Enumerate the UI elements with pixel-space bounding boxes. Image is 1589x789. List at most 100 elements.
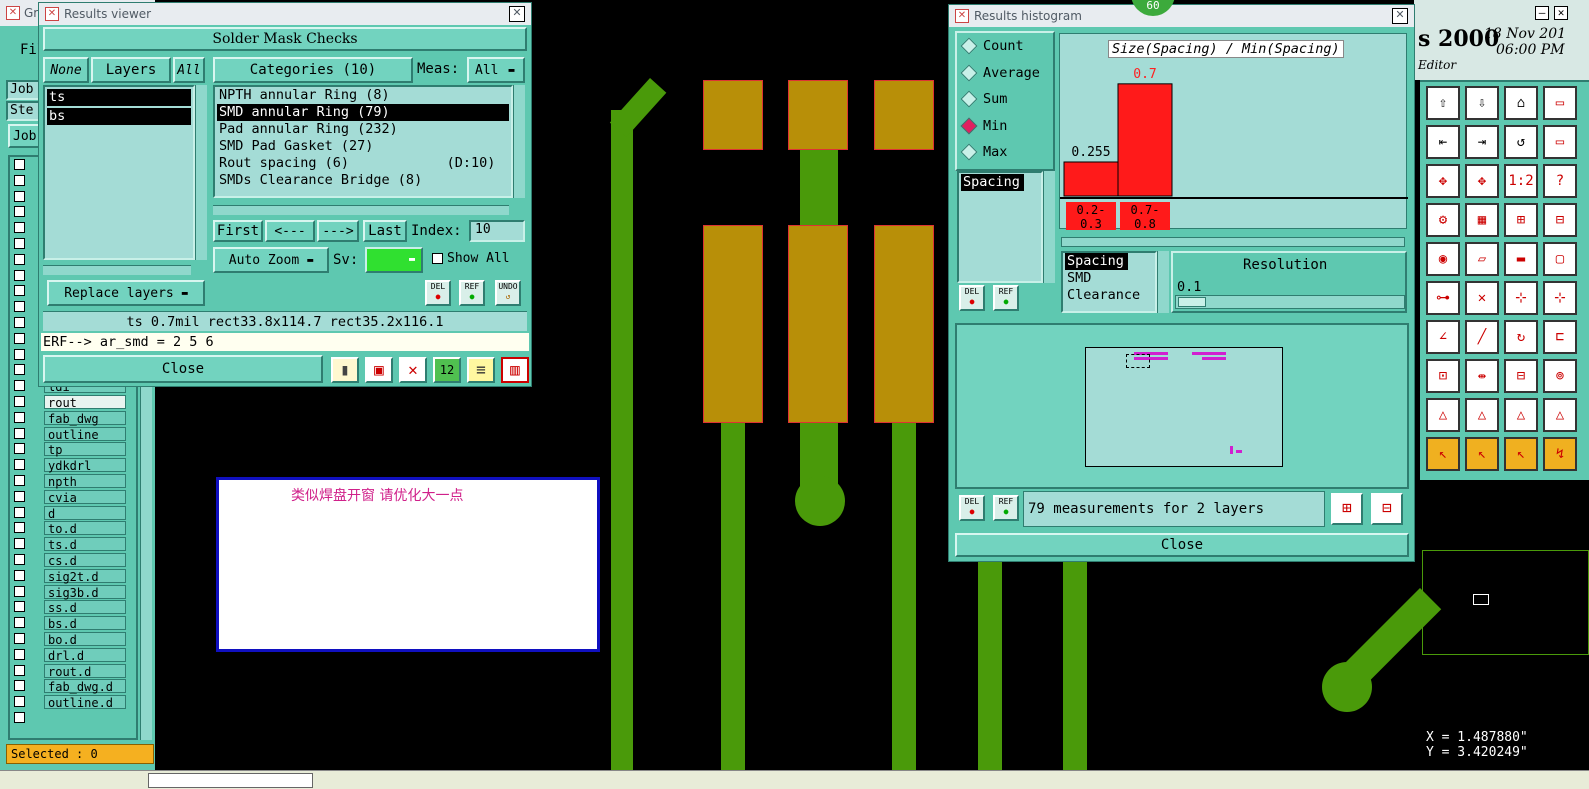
layer-checkbox[interactable]	[14, 696, 25, 708]
radio-icon[interactable]	[960, 117, 978, 135]
replace-layers-dropdown[interactable]: Replace layers ▬	[47, 280, 205, 306]
hist-del-button[interactable]: DEL ●	[959, 285, 985, 311]
preview-ref-button[interactable]: REF ●	[993, 495, 1019, 521]
tool-icon[interactable]: 1:2	[1504, 164, 1538, 198]
chart-scrollbar-h[interactable]	[1061, 237, 1405, 247]
layer-checkbox[interactable]	[14, 411, 25, 423]
layer-checkbox[interactable]	[14, 617, 25, 629]
layer-checkbox[interactable]	[14, 159, 25, 170]
layer-checkbox[interactable]	[14, 380, 25, 392]
layer-checkbox[interactable]	[14, 474, 25, 486]
bottom-input[interactable]	[148, 773, 313, 788]
histogram-icon[interactable]: ▥	[501, 357, 529, 383]
tool-icon[interactable]: ▭	[1543, 125, 1577, 159]
layer-checkbox[interactable]	[14, 174, 25, 186]
layer-row[interactable]: d	[10, 505, 136, 521]
zoom-out-icon[interactable]: ⊟	[1371, 493, 1403, 525]
layer-checkbox[interactable]	[14, 601, 25, 613]
categories-scrollbar-h[interactable]	[213, 205, 509, 215]
layer-checkbox[interactable]	[14, 522, 25, 534]
first-button[interactable]: First	[213, 220, 263, 242]
layer-row[interactable]: drl.d	[10, 647, 136, 663]
layer-row[interactable]: cs.d	[10, 552, 136, 568]
tool-icon[interactable]: ⊹	[1504, 281, 1538, 315]
tool-icon[interactable]: △	[1504, 398, 1538, 432]
category-item[interactable]: SMD annular Ring (79)	[217, 104, 509, 121]
layer-row[interactable]: sig2t.d	[10, 568, 136, 584]
tool-icon[interactable]: ⊚	[1543, 359, 1577, 393]
layer-checkbox[interactable]	[14, 301, 25, 313]
layer-item[interactable]: ts	[47, 89, 191, 106]
layer-row[interactable]	[10, 710, 136, 726]
del-button[interactable]: DEL ●	[425, 280, 451, 306]
tool-icon[interactable]: ↖	[1465, 437, 1499, 471]
tool-icon[interactable]: ⊶	[1426, 281, 1460, 315]
tool-icon[interactable]: ⊞	[1504, 203, 1538, 237]
tool-icon[interactable]: ✥	[1465, 164, 1499, 198]
category-item[interactable]: SMDs Clearance Bridge (8)	[217, 172, 509, 189]
tool-icon[interactable]: ⇧	[1426, 86, 1460, 120]
layer-checkbox[interactable]	[14, 395, 25, 407]
layer-row[interactable]: to.d	[10, 520, 136, 536]
meas-dropdown[interactable]: All ▬	[467, 57, 525, 83]
tool-icon[interactable]: ?	[1543, 164, 1577, 198]
layer-checkbox[interactable]	[14, 222, 25, 234]
tool-icon[interactable]: ▢	[1543, 242, 1577, 276]
radio-icon[interactable]	[960, 143, 978, 161]
list-icon[interactable]: ≡	[467, 357, 495, 383]
tool-icon[interactable]: ↯	[1543, 437, 1577, 471]
tool-icon[interactable]: ∠	[1426, 320, 1460, 354]
tool-icon[interactable]: ╱	[1465, 320, 1499, 354]
all-button[interactable]: All	[173, 57, 205, 83]
layer-row[interactable]: bs.d	[10, 615, 136, 631]
tool-icon[interactable]: ▭	[1543, 86, 1577, 120]
report-icon[interactable]: ▣	[365, 357, 393, 383]
chart-icon[interactable]: ▮	[331, 357, 359, 383]
layer-checkbox[interactable]	[14, 553, 25, 565]
show-all-checkbox[interactable]	[432, 253, 443, 264]
prev-button[interactable]: <---	[265, 220, 315, 242]
step-icon[interactable]: 12	[433, 357, 461, 383]
histogram-close-button[interactable]: Close	[955, 533, 1409, 557]
measure-scrollbar[interactable]	[1043, 171, 1055, 283]
radio-icon[interactable]	[960, 64, 978, 82]
layer-checkbox[interactable]	[14, 443, 25, 455]
tool-icon[interactable]: ⊟	[1543, 203, 1577, 237]
tool-icon[interactable]: ⇤	[1426, 125, 1460, 159]
tool-icon[interactable]: ✥	[1426, 164, 1460, 198]
layer-row[interactable]: fab_dwg.d	[10, 678, 136, 694]
attribute-list[interactable]: Spacing SMD Clearance	[1061, 251, 1157, 313]
tool-icon[interactable]: ▦	[1465, 203, 1499, 237]
main-minimize[interactable]: —	[1535, 6, 1549, 20]
tool-icon[interactable]: ⇩	[1465, 86, 1499, 120]
layer-row[interactable]: rout.d	[10, 663, 136, 679]
preview-del-button[interactable]: DEL ●	[959, 495, 985, 521]
layer-row[interactable]: ss.d	[10, 599, 136, 615]
layers-scrollbar-h[interactable]	[43, 265, 191, 275]
stat-option-min[interactable]: Min	[957, 113, 1053, 140]
tool-icon[interactable]: ↖	[1504, 437, 1538, 471]
tool-icon[interactable]: ⌂	[1504, 86, 1538, 120]
layers-button[interactable]: Layers	[91, 57, 171, 83]
app-close-icon[interactable]: ✕	[6, 6, 20, 20]
ref-button[interactable]: REF ●	[459, 280, 485, 306]
stat-option-average[interactable]: Average	[957, 60, 1053, 87]
layer-row[interactable]: sig3b.d	[10, 584, 136, 600]
layer-row[interactable]: outline	[10, 426, 136, 442]
category-item[interactable]: SMD Pad Gasket (27)	[217, 138, 509, 155]
layer-row[interactable]: ts.d	[10, 536, 136, 552]
layer-checkbox[interactable]	[14, 316, 25, 328]
categories-list[interactable]: NPTH annular Ring (8) SMD annular Ring (7…	[213, 85, 513, 198]
stat-option-count[interactable]: Count	[957, 33, 1053, 60]
layers-scrollbar-v[interactable]	[195, 85, 207, 260]
stat-option-max[interactable]: Max	[957, 139, 1053, 166]
radio-icon[interactable]	[960, 37, 978, 55]
histogram-close-icon[interactable]: ✕	[1392, 8, 1408, 24]
layer-checkbox[interactable]	[14, 285, 25, 297]
layer-checkbox[interactable]	[14, 427, 25, 439]
layer-checkbox[interactable]	[14, 538, 25, 550]
layer-row[interactable]: cvia	[10, 489, 136, 505]
job-button[interactable]: Job	[8, 124, 42, 148]
attribute-item[interactable]: SMD	[1065, 270, 1153, 287]
tool-icon[interactable]: △	[1426, 398, 1460, 432]
